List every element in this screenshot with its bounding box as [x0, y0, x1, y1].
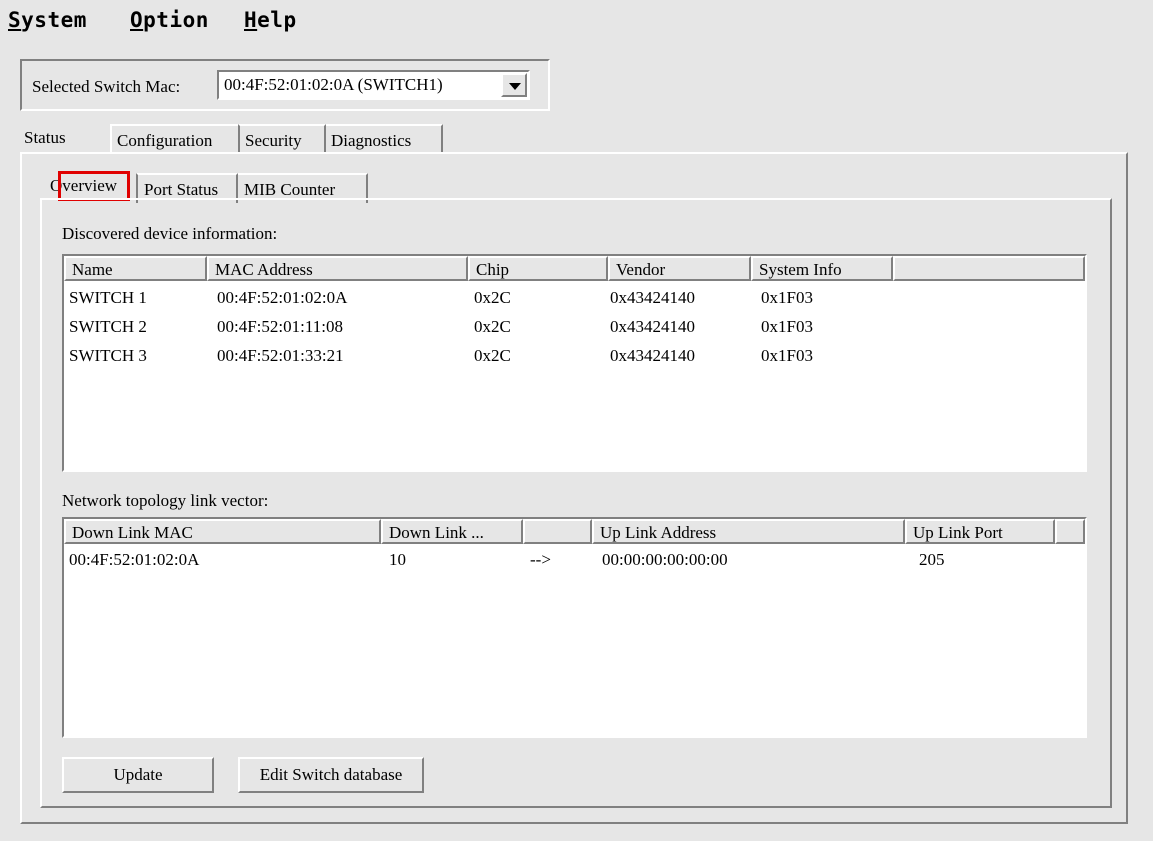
menu-option[interactable]: Option [130, 8, 209, 32]
tab-configuration[interactable]: Configuration [110, 124, 238, 154]
device-chip: 0x2C [474, 288, 511, 307]
up-link-port: 205 [919, 550, 945, 569]
switch-mac-value: 00:4F:52:01:02:0A (SWITCH1) [224, 75, 443, 94]
menu-help[interactable]: Help [244, 8, 297, 32]
device-mac: 00:4F:52:01:02:0A [217, 288, 348, 307]
device-system-info: 0x1F03 [761, 346, 813, 365]
selected-switch-label: Selected Switch Mac: [32, 77, 181, 96]
tab-security[interactable]: Security [238, 124, 326, 154]
devices-col-vendor[interactable]: Vendor [608, 256, 751, 281]
switch-mac-combobox[interactable]: 00:4F:52:01:02:0A (SWITCH1) [217, 70, 530, 100]
topology-col-down-link-mac[interactable]: Down Link MAC [64, 519, 381, 544]
device-vendor: 0x43424140 [610, 346, 695, 365]
menu-system[interactable]: System [8, 8, 87, 32]
devices-col-system-info[interactable]: System Info [751, 256, 893, 281]
devices-col-mac[interactable]: MAC Address [207, 256, 468, 281]
device-system-info: 0x1F03 [761, 317, 813, 336]
link-arrow: --> [530, 550, 551, 569]
highlight-box [58, 171, 130, 201]
topology-col-up-link-address[interactable]: Up Link Address [592, 519, 905, 544]
device-name: SWITCH 2 [69, 317, 147, 336]
device-chip: 0x2C [474, 346, 511, 365]
tab-status[interactable]: Status [24, 123, 112, 153]
topology-section-title: Network topology link vector: [62, 491, 269, 510]
devices-section-title: Discovered device information: [62, 224, 278, 243]
menu-bar: System Option Help [0, 0, 1153, 40]
topology-col-arrow[interactable] [523, 519, 592, 544]
topology-col-up-link-port[interactable]: Up Link Port [905, 519, 1055, 544]
devices-list[interactable]: Name MAC Address Chip Vendor System Info… [62, 254, 1087, 472]
device-name: SWITCH 1 [69, 288, 147, 307]
edit-switch-database-button[interactable]: Edit Switch database [238, 757, 424, 793]
devices-col-chip[interactable]: Chip [468, 256, 608, 281]
tab-diagnostics[interactable]: Diagnostics [326, 124, 443, 154]
down-link-mac: 00:4F:52:01:02:0A [69, 550, 200, 569]
down-link-port: 10 [389, 550, 406, 569]
device-system-info: 0x1F03 [761, 288, 813, 307]
devices-col-name[interactable]: Name [64, 256, 207, 281]
device-mac: 00:4F:52:01:11:08 [217, 317, 343, 336]
devices-col-filler [893, 256, 1085, 281]
device-name: SWITCH 3 [69, 346, 147, 365]
combo-dropdown-button[interactable] [501, 73, 527, 97]
topology-col-down-link-port[interactable]: Down Link ... [381, 519, 523, 544]
up-link-address: 00:00:00:00:00:00 [602, 550, 728, 569]
topology-list[interactable]: Down Link MAC Down Link ... Up Link Addr… [62, 517, 1087, 738]
update-button[interactable]: Update [62, 757, 214, 793]
device-mac: 00:4F:52:01:33:21 [217, 346, 344, 365]
device-vendor: 0x43424140 [610, 317, 695, 336]
chevron-down-icon [509, 83, 521, 90]
device-vendor: 0x43424140 [610, 288, 695, 307]
topology-col-filler [1055, 519, 1085, 544]
device-chip: 0x2C [474, 317, 511, 336]
